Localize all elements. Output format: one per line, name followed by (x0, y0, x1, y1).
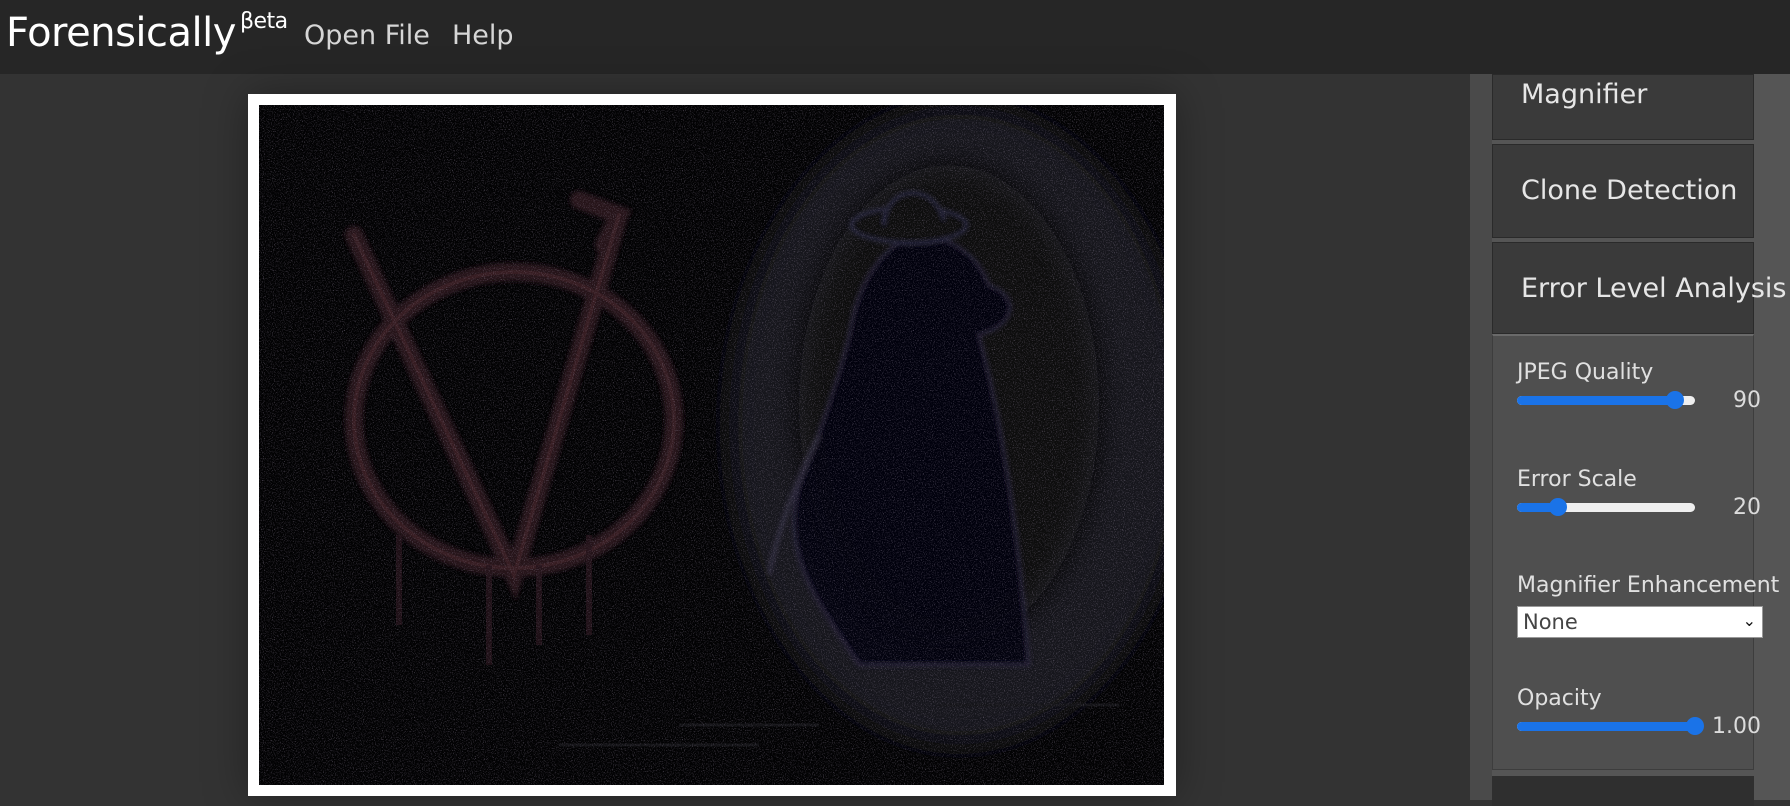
help-button[interactable]: Help (452, 20, 514, 51)
panel-error-level-analysis[interactable]: Error Level Analysis (1492, 242, 1787, 334)
opacity-slider-fill (1517, 722, 1695, 731)
top-bar: Forensically βeta Open File Help (0, 0, 1790, 74)
jpeg-quality-slider-fill (1517, 396, 1676, 405)
jpeg-quality-label: JPEG Quality (1517, 360, 1654, 385)
ela-settings: JPEG Quality 90 Error Scale 20 Magnifier… (1492, 334, 1779, 770)
opacity-value: 1.00 (1712, 714, 1761, 739)
sidebar-scrollbar[interactable] (1470, 74, 1492, 800)
app-name: Forensically (6, 10, 236, 56)
panel-magnifier[interactable]: Magnifier (1492, 74, 1754, 140)
error-scale-slider-thumb[interactable] (1548, 498, 1567, 516)
jpeg-quality-slider-thumb[interactable] (1666, 391, 1685, 409)
error-scale-label: Error Scale (1517, 467, 1637, 492)
app-logo: Forensically βeta (6, 8, 288, 56)
panel-title-clone-detection[interactable]: Clone Detection (1521, 175, 1737, 206)
magnifier-enhancement-selected: None (1523, 610, 1578, 634)
error-scale-value: 20 (1733, 495, 1761, 520)
error-scale-slider[interactable] (1517, 498, 1695, 516)
jpeg-quality-value: 90 (1733, 388, 1761, 413)
panel-title-error-level-analysis[interactable]: Error Level Analysis (1521, 273, 1787, 304)
panel-next-collapsed[interactable] (1492, 776, 1754, 806)
beta-badge: βeta (239, 8, 288, 34)
jpeg-quality-slider[interactable] (1517, 391, 1695, 409)
opacity-slider[interactable] (1517, 717, 1704, 735)
magnifier-enhancement-select[interactable]: None ⌄ (1517, 606, 1763, 638)
magnifier-enhancement-label: Magnifier Enhancement (1517, 573, 1780, 598)
workspace (0, 74, 1470, 800)
opacity-label: Opacity (1517, 686, 1602, 711)
ela-image-canvas[interactable] (259, 105, 1164, 785)
open-file-button[interactable]: Open File (304, 20, 430, 51)
ela-image (259, 105, 1164, 785)
chevron-down-icon: ⌄ (1742, 611, 1756, 630)
panel-clone-detection[interactable]: Clone Detection (1492, 144, 1754, 238)
panel-title-magnifier[interactable]: Magnifier (1521, 79, 1647, 110)
tool-sidebar: Magnifier Clone Detection Error Level An… (1492, 74, 1790, 806)
image-frame (248, 94, 1176, 796)
